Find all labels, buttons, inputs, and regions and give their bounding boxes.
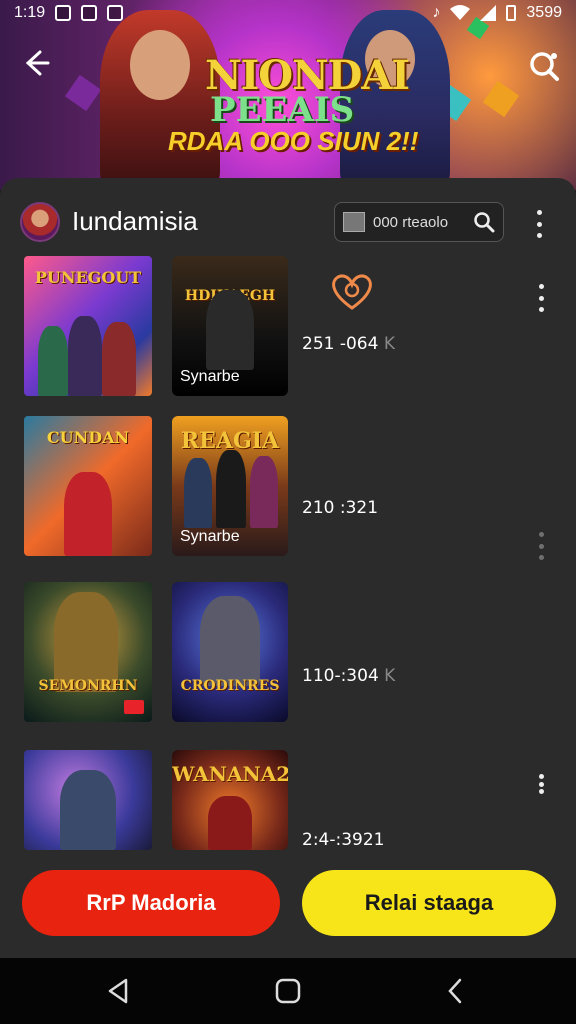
nav-home-icon[interactable] (272, 976, 304, 1006)
system-nav-bar (0, 958, 576, 1024)
hero-character-left-face (130, 30, 190, 100)
notification-icon (55, 5, 72, 21)
game-thumbnail[interactable]: REAGIA Synarbe (172, 416, 288, 556)
more-options-icon[interactable] (534, 210, 544, 238)
search-icon[interactable] (524, 44, 564, 84)
view-count: 251 -064 K (302, 334, 395, 354)
primary-button[interactable]: RrP Madoria (22, 870, 280, 936)
decor-shard (482, 80, 520, 118)
signal-icon (480, 5, 497, 21)
search-icon[interactable] (473, 211, 495, 233)
vibrate-icon: ♪ (432, 4, 441, 21)
list-item[interactable]: SEMONRHN CRODINRES 110-:304 K (24, 582, 564, 722)
channel-panel: Iundamisia 000 rteaolo PUNEGOUT HDIKAEGH… (0, 178, 576, 958)
more-options-icon[interactable] (536, 532, 546, 560)
badge-icon (124, 700, 144, 714)
avatar[interactable] (20, 202, 60, 242)
search-placeholder: 000 rteaolo (373, 213, 449, 231)
search-input[interactable]: 000 rteaolo (334, 202, 504, 242)
list-item[interactable]: PUNEGOUT HDIKAEGH Synarbe 251 -064 K (24, 256, 564, 396)
notification-icon (81, 5, 98, 21)
more-options-icon[interactable] (536, 774, 546, 794)
game-thumbnail[interactable]: CRODINRES (172, 582, 288, 722)
image-icon (343, 212, 365, 232)
status-bar: 1:19 ♪ 3599 (0, 0, 576, 26)
view-count: 2:4-:3921 (302, 830, 385, 850)
thumbnail-caption: Synarbe (180, 528, 240, 545)
game-thumbnail[interactable]: HDIKAEGH Synarbe (172, 256, 288, 396)
hero-subtitle: PEEAIS (210, 90, 355, 130)
thumbnail-title: SEMONRHN (38, 678, 138, 694)
heart-icon[interactable] (324, 272, 380, 312)
game-thumbnail[interactable] (24, 750, 152, 850)
hero-tagline: RDAA OOO SIUN 2!! (168, 126, 419, 156)
view-count: 210 :321 (302, 498, 379, 518)
channel-header: Iundamisia 000 rteaolo (20, 200, 556, 246)
nav-recents-icon[interactable] (440, 976, 472, 1006)
thumbnail-title: CUNDAN (46, 428, 130, 447)
thumbnail-title: CRODINRES (180, 678, 280, 694)
nav-back-icon[interactable] (102, 976, 134, 1006)
status-time: 1:19 (14, 4, 46, 21)
secondary-button[interactable]: Relai staaga (302, 870, 556, 936)
thumbnail-title: PUNEGOUT (34, 268, 142, 287)
status-battery-text: 3599 (526, 4, 562, 21)
thumbnail-caption: Synarbe (180, 368, 240, 385)
list-item[interactable]: CUNDAN REAGIA Synarbe 210 :321 (24, 416, 564, 560)
wifi-icon (450, 5, 471, 20)
hero-banner: NIONDAI PEEAIS RDAA OOO SIUN 2!! (0, 0, 576, 190)
notification-icon (107, 5, 124, 21)
game-thumbnail[interactable]: SEMONRHN (24, 582, 152, 722)
battery-icon (506, 5, 517, 21)
decor-shard (64, 74, 102, 112)
view-count: 110-:304 K (302, 666, 396, 686)
back-arrow-icon[interactable] (18, 46, 52, 80)
more-options-icon[interactable] (536, 284, 546, 312)
channel-name: Iundamisia (72, 206, 198, 236)
thumbnail-title: WANANA2 (172, 762, 288, 786)
game-thumbnail[interactable]: WANANA2 (172, 750, 288, 850)
game-thumbnail[interactable]: CUNDAN (24, 416, 152, 556)
list-item[interactable]: WANANA2 2:4-:3921 (24, 750, 564, 850)
game-thumbnail[interactable]: PUNEGOUT (24, 256, 152, 396)
